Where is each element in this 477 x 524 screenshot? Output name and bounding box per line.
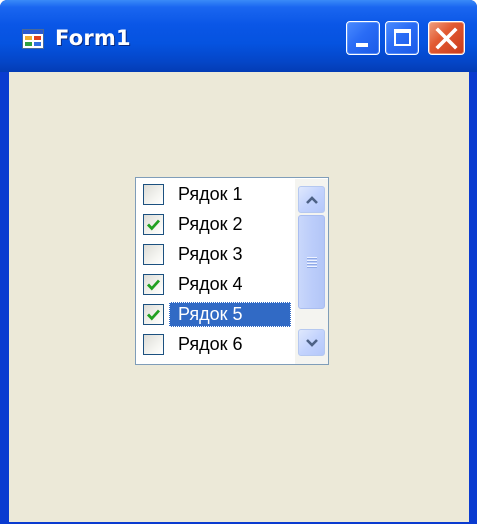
checked-list-box[interactable]: Рядок 1 Рядок 2 Рядок 3 Рядок 4 Рядок 5 …: [135, 177, 329, 365]
item-checkbox[interactable]: [143, 244, 164, 265]
item-label: Рядок 1: [178, 184, 243, 204]
item-checkbox[interactable]: [143, 334, 164, 355]
title-bar[interactable]: Form1: [0, 0, 477, 72]
thumb-grip-line: [307, 257, 317, 259]
list-item[interactable]: Рядок 1: [136, 180, 293, 210]
scroll-up-button[interactable]: [298, 186, 325, 213]
item-checkbox[interactable]: [143, 214, 164, 235]
list-item[interactable]: Рядок 3: [136, 240, 293, 270]
chevron-up-icon: [306, 196, 318, 204]
minimize-button[interactable]: [346, 21, 380, 55]
checkmark-icon: [146, 279, 161, 291]
minimize-icon: [356, 43, 368, 47]
close-icon: [435, 27, 458, 50]
close-button[interactable]: [428, 21, 465, 55]
checkmark-icon: [146, 309, 161, 321]
item-label: Рядок 2: [178, 214, 243, 234]
list-item[interactable]: Рядок 2: [136, 210, 293, 240]
window-title: Form1: [55, 26, 131, 50]
thumb-grip-line: [307, 263, 317, 265]
item-checkbox[interactable]: [143, 274, 164, 295]
app-window: Form1 Рядок 1 Рядок 2 Рядок 3 Рядок 4 Ря…: [0, 0, 477, 524]
vertical-scrollbar[interactable]: [295, 179, 328, 364]
item-label: Рядок 4: [178, 274, 243, 294]
list-item[interactable]: Рядок 6: [136, 330, 293, 360]
item-label: Рядок 5: [169, 302, 291, 327]
maximize-icon: [394, 29, 411, 46]
item-checkbox[interactable]: [143, 184, 164, 205]
item-checkbox[interactable]: [143, 304, 164, 325]
item-label: Рядок 3: [178, 244, 243, 264]
item-label: Рядок 6: [178, 334, 243, 354]
list-items: Рядок 1 Рядок 2 Рядок 3 Рядок 4 Рядок 5 …: [136, 178, 293, 364]
maximize-button[interactable]: [385, 21, 419, 55]
form-app-icon: [22, 29, 44, 49]
list-item[interactable]: Рядок 4: [136, 270, 293, 300]
chevron-down-icon: [306, 339, 318, 347]
list-item-selected[interactable]: Рядок 5: [136, 300, 293, 330]
checkmark-icon: [146, 219, 161, 231]
thumb-grip-line: [307, 266, 317, 268]
scrollbar-thumb[interactable]: [298, 215, 325, 309]
window-frame-right: [469, 72, 477, 524]
scroll-down-button[interactable]: [298, 329, 325, 356]
thumb-grip-line: [307, 260, 317, 262]
